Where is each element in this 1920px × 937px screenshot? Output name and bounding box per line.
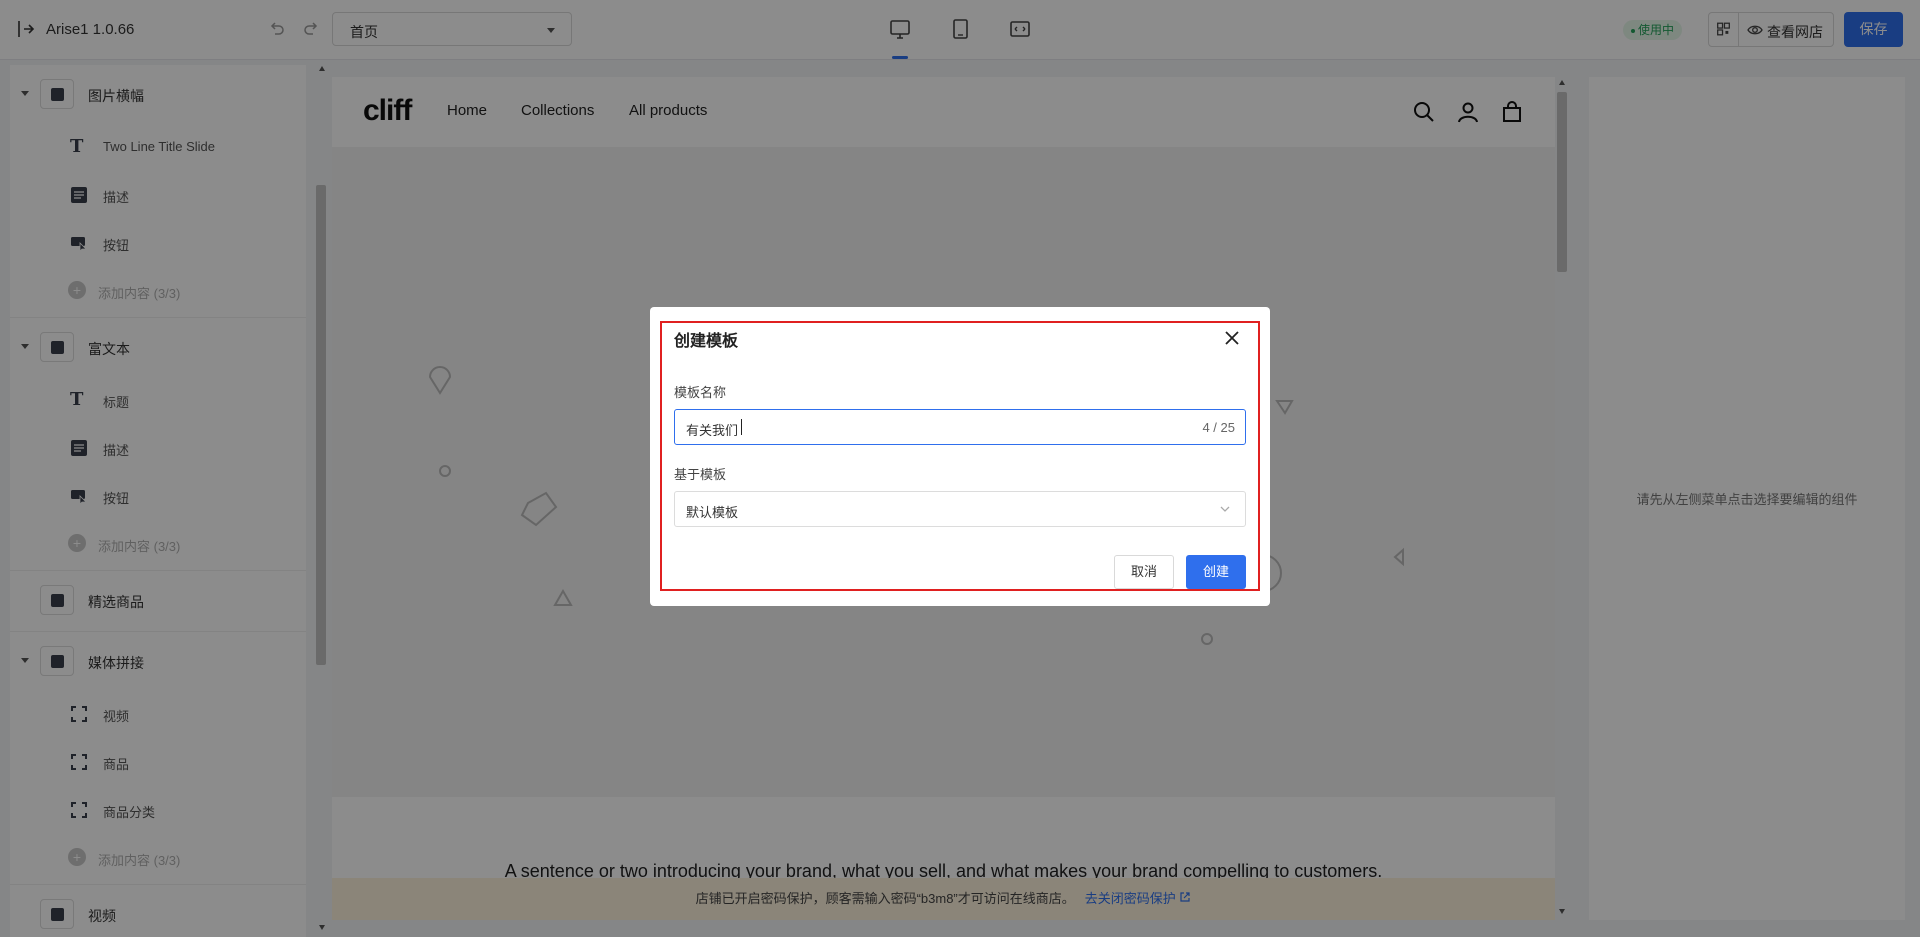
highlight-frame bbox=[660, 321, 1260, 591]
text-cursor bbox=[741, 419, 742, 435]
create-template-dialog: 创建模板 模板名称 有关我们 4 / 25 基于模板 默认模板 取消 创建 bbox=[650, 307, 1270, 606]
dialog-title: 创建模板 bbox=[674, 333, 739, 350]
close-icon[interactable] bbox=[1221, 327, 1243, 349]
create-button[interactable]: 创建 bbox=[1186, 555, 1246, 589]
template-name-input[interactable]: 有关我们 4 / 25 bbox=[674, 409, 1246, 445]
base-template-select[interactable]: 默认模板 bbox=[674, 491, 1246, 527]
chevron-down-icon bbox=[1220, 506, 1230, 512]
char-count: 4 / 25 bbox=[1202, 420, 1235, 435]
base-template-value: 默认模板 bbox=[686, 505, 739, 520]
base-template-label: 基于模板 bbox=[674, 467, 727, 482]
template-name-label: 模板名称 bbox=[674, 385, 727, 400]
cancel-button[interactable]: 取消 bbox=[1114, 555, 1174, 589]
template-name-value: 有关我们 bbox=[686, 423, 739, 438]
